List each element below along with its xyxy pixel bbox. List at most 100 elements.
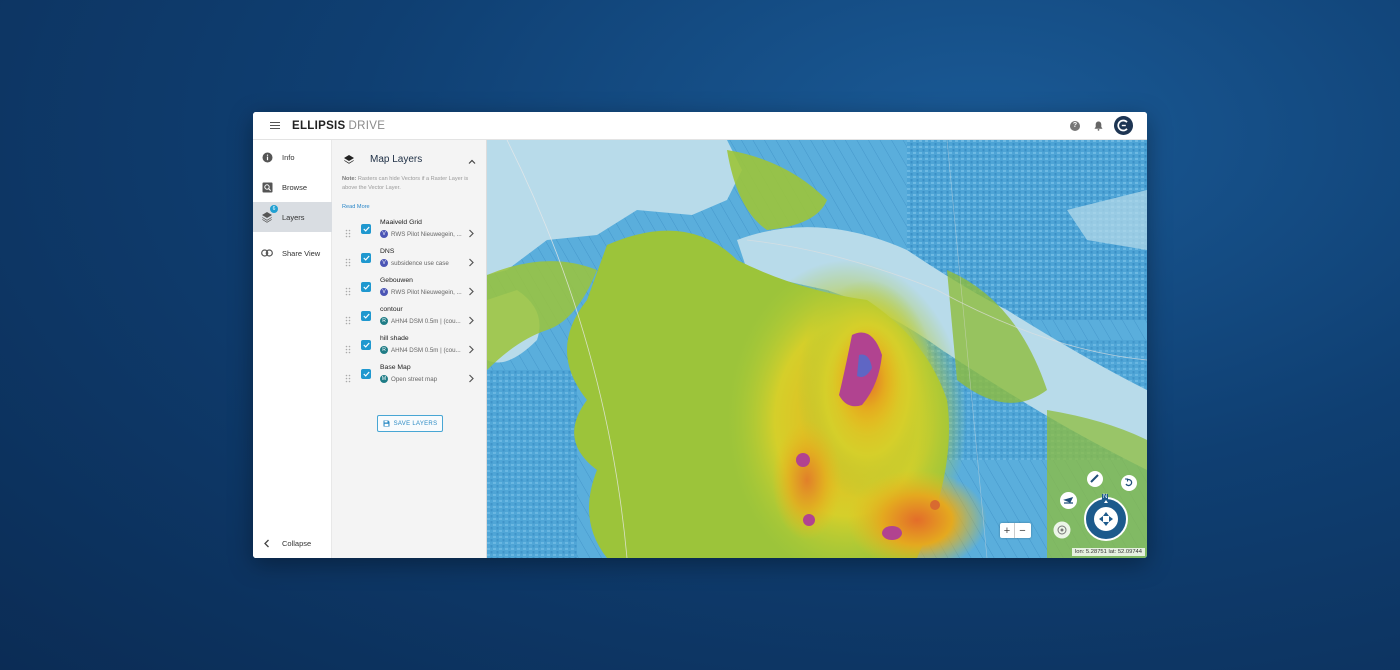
layer-source-text: RWS Pilot Nieuwegein, ... bbox=[391, 230, 462, 238]
collapse-label: Collapse bbox=[282, 538, 312, 548]
layers-icon bbox=[343, 153, 355, 165]
layer-name: hill shade bbox=[380, 335, 409, 342]
save-layers-button[interactable]: SAVE LAYERS bbox=[377, 415, 443, 432]
raster-note: Note: Rasters can hide Vectors if a Rast… bbox=[342, 175, 480, 193]
zoom-in-button[interactable]: + bbox=[1000, 523, 1015, 538]
checkmark-icon bbox=[362, 342, 370, 348]
help-icon[interactable]: ? bbox=[1070, 120, 1080, 131]
layer-row[interactable]: Maaiveld Grid V RWS Pilot Nieuwegein, ... bbox=[332, 217, 487, 243]
chevron-right-icon[interactable] bbox=[467, 341, 475, 354]
locate-icon[interactable] bbox=[1053, 521, 1071, 544]
basemap-type-icon: M bbox=[380, 375, 388, 383]
chevron-left-icon bbox=[261, 537, 273, 549]
layer-checkbox[interactable] bbox=[361, 369, 371, 379]
bell-icon[interactable] bbox=[1093, 121, 1103, 131]
chevron-right-icon[interactable] bbox=[467, 312, 475, 325]
chevron-right-icon[interactable] bbox=[467, 254, 475, 267]
layer-row[interactable]: Base Map M Open street map bbox=[332, 362, 487, 388]
layer-source: R AHN4 DSM 0.5m | (cou... bbox=[380, 346, 464, 354]
sidebar-item-browse[interactable]: Browse bbox=[253, 172, 332, 202]
sidebar-item-layers[interactable]: 6 Layers bbox=[253, 202, 332, 232]
drag-handle-icon[interactable] bbox=[345, 254, 351, 267]
top-bar: ELLIPSIS DRIVE ? bbox=[253, 112, 1147, 140]
info-icon bbox=[261, 151, 273, 163]
drag-handle-icon[interactable] bbox=[345, 225, 351, 238]
drag-handle-icon[interactable] bbox=[345, 370, 351, 383]
layer-row[interactable]: Gebouwen V RWS Pilot Nieuwegein, ... bbox=[332, 275, 487, 301]
brand-name: ELLIPSIS bbox=[292, 119, 346, 132]
layer-name: contour bbox=[380, 306, 403, 313]
coordinate-readout: lon: 5.28751 lat: 52.09744 bbox=[1071, 548, 1145, 556]
menu-icon[interactable] bbox=[270, 121, 280, 130]
checkmark-icon bbox=[362, 313, 370, 319]
rotate-icon[interactable] bbox=[1121, 475, 1137, 496]
layer-row[interactable]: DNS Vsubsidence use case bbox=[332, 246, 487, 272]
layer-checkbox[interactable] bbox=[361, 253, 371, 263]
browse-icon bbox=[261, 181, 273, 193]
layer-source: R AHN4 DSM 0.5m | (cou... bbox=[380, 317, 464, 325]
layer-source-text: Open street map bbox=[391, 375, 438, 383]
raster-type-icon: R bbox=[380, 346, 388, 354]
layer-name: Base Map bbox=[380, 364, 411, 371]
save-icon bbox=[383, 420, 390, 427]
vector-type-icon: V bbox=[380, 230, 388, 238]
chevron-right-icon[interactable] bbox=[467, 225, 475, 238]
layer-source: V RWS Pilot Nieuwegein, ... bbox=[380, 230, 464, 238]
zoom-controls: + − bbox=[1000, 523, 1031, 538]
zoom-out-button[interactable]: − bbox=[1015, 523, 1030, 538]
chevron-right-icon[interactable] bbox=[467, 370, 475, 383]
sidebar-item-share-view[interactable]: Share View bbox=[253, 238, 332, 268]
chevron-right-icon[interactable] bbox=[467, 283, 475, 296]
sidebar-item-label: Info bbox=[282, 152, 295, 162]
read-more-link[interactable]: Read More bbox=[342, 204, 370, 210]
panel-header: Map Layers bbox=[332, 148, 487, 170]
layer-name: Maaiveld Grid bbox=[380, 219, 422, 226]
sidebar: Info Browse 6 Layers Share View Collapse bbox=[253, 140, 332, 558]
chevron-up-icon[interactable] bbox=[467, 154, 477, 164]
elevation-map[interactable] bbox=[487, 140, 1147, 558]
fly-to-icon[interactable] bbox=[1060, 492, 1077, 514]
app-logo[interactable]: ELLIPSIS DRIVE bbox=[292, 120, 385, 132]
drag-handle-icon[interactable] bbox=[345, 312, 351, 325]
map-layers-panel: Map Layers Note: Rasters can hide Vector… bbox=[332, 140, 487, 558]
sidebar-item-label: Browse bbox=[282, 182, 308, 192]
map-view[interactable]: + − N lon: 5.28751 lat: 52.09744 bbox=[487, 140, 1147, 558]
layer-checkbox[interactable] bbox=[361, 340, 371, 350]
layer-source-text: AHN4 DSM 0.5m | (cou... bbox=[391, 346, 461, 354]
sidebar-item-label: Layers bbox=[282, 212, 305, 222]
layer-source: M Open street map bbox=[380, 375, 464, 383]
layer-checkbox[interactable] bbox=[361, 311, 371, 321]
vector-type-icon: V bbox=[380, 259, 388, 267]
layer-source-text: subsidence use case bbox=[391, 259, 449, 267]
layer-row[interactable]: contour R AHN4 DSM 0.5m | (cou... bbox=[332, 304, 487, 330]
raster-type-icon: R bbox=[380, 317, 388, 325]
drag-handle-icon[interactable] bbox=[345, 283, 351, 296]
layer-source: Vsubsidence use case bbox=[380, 259, 464, 267]
sidebar-item-label: Share View bbox=[282, 248, 321, 258]
drag-handle-icon[interactable] bbox=[345, 341, 351, 354]
note-text: Rasters can hide Vectors if a Raster Lay… bbox=[342, 176, 469, 191]
measure-icon[interactable] bbox=[1087, 471, 1103, 492]
layer-name: Gebouwen bbox=[380, 277, 413, 284]
save-layers-label: SAVE LAYERS bbox=[393, 420, 438, 427]
layers-icon: 6 bbox=[261, 205, 278, 223]
panel-title: Map Layers bbox=[370, 153, 423, 165]
layer-row[interactable]: hill shade R AHN4 DSM 0.5m | (cou... bbox=[332, 333, 487, 359]
layer-checkbox[interactable] bbox=[361, 282, 371, 292]
checkmark-icon bbox=[362, 284, 370, 290]
checkmark-icon bbox=[362, 255, 370, 261]
product-name: DRIVE bbox=[348, 119, 386, 132]
collapse-button[interactable]: Collapse bbox=[253, 528, 332, 558]
note-label: Note: bbox=[342, 176, 357, 182]
checkmark-icon bbox=[362, 371, 370, 377]
checkmark-icon bbox=[362, 226, 370, 232]
compass-control[interactable]: N bbox=[1084, 494, 1128, 546]
layers-count-badge: 6 bbox=[270, 205, 278, 213]
ellipsis-avatar-icon[interactable] bbox=[1114, 116, 1133, 135]
vector-type-icon: V bbox=[380, 288, 388, 296]
app-window: ELLIPSIS DRIVE ? Info Browse 6 Layers Sh… bbox=[253, 112, 1147, 558]
sidebar-item-info[interactable]: Info bbox=[253, 142, 332, 172]
layer-source-text: AHN4 DSM 0.5m | (cou... bbox=[391, 317, 461, 325]
layer-name: DNS bbox=[380, 248, 395, 255]
layer-checkbox[interactable] bbox=[361, 224, 371, 234]
